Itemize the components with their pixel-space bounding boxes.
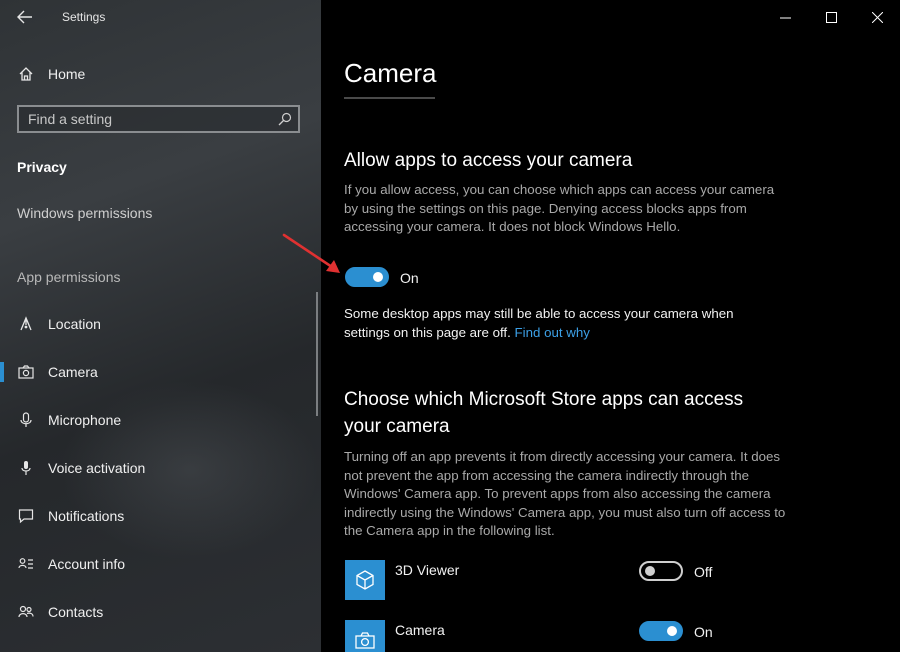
- search-input[interactable]: [19, 110, 270, 128]
- sidebar-item-location[interactable]: Location: [0, 304, 321, 344]
- location-icon: [16, 314, 36, 334]
- nav-windows-permissions[interactable]: Windows permissions: [17, 205, 152, 221]
- toggle-camera-app-state: On: [694, 624, 713, 640]
- desktop-apps-note: Some desktop apps may still be able to a…: [344, 305, 764, 342]
- app-permissions-heading: App permissions: [17, 269, 121, 285]
- search-box[interactable]: [17, 105, 300, 133]
- camera-app-icon: [355, 632, 375, 649]
- sidebar: Settings Home Privacy Windows permission…: [0, 0, 321, 652]
- minimize-icon: [779, 17, 791, 18]
- allow-description: If you allow access, you can choose whic…: [344, 182, 775, 235]
- sidebar-item-label: Voice activation: [48, 460, 146, 476]
- sidebar-item-label: Contacts: [48, 604, 104, 620]
- app-tile-camera: [345, 620, 385, 652]
- sidebar-item-label: Account info: [48, 556, 126, 572]
- back-arrow-icon: [17, 10, 32, 24]
- store-heading: Choose which Microsoft Store apps can ac…: [344, 389, 744, 437]
- main-content: Camera Allow apps to access your camera …: [321, 0, 900, 652]
- sidebar-item-label: Microphone: [48, 412, 122, 428]
- sidebar-item-label: Camera: [48, 364, 98, 380]
- app-tile-3d-viewer: [345, 560, 385, 600]
- voice-icon: [16, 458, 36, 478]
- app-name-3d-viewer: 3D Viewer: [395, 562, 460, 578]
- app-name-camera: Camera: [395, 622, 445, 638]
- minimize-button[interactable]: [762, 0, 808, 34]
- sidebar-item-microphone[interactable]: Microphone: [0, 400, 321, 440]
- sidebar-item-contacts[interactable]: Contacts: [0, 592, 321, 632]
- notifications-icon: [16, 506, 36, 526]
- sidebar-item-voice-activation[interactable]: Voice activation: [0, 448, 321, 488]
- search-icon[interactable]: [278, 112, 292, 131]
- sidebar-item-account-info[interactable]: Account info: [0, 544, 321, 584]
- cube-icon: [356, 570, 374, 590]
- section-title-privacy: Privacy: [17, 159, 67, 175]
- annotation-arrow-icon: [282, 233, 340, 273]
- page-title: Camera: [344, 58, 437, 88]
- toggle-3d-viewer[interactable]: [639, 561, 683, 581]
- home-icon: [16, 64, 36, 84]
- nav-home[interactable]: Home: [0, 60, 321, 88]
- find-out-why-link[interactable]: Find out why: [515, 325, 590, 340]
- toggle-knob: [645, 566, 655, 576]
- title-underline: [344, 97, 435, 99]
- microphone-icon: [16, 410, 36, 430]
- back-button[interactable]: [10, 4, 40, 30]
- sidebar-scrollbar[interactable]: [316, 292, 318, 416]
- toggle-3d-viewer-state: Off: [694, 564, 713, 580]
- window-title: Settings: [62, 10, 106, 24]
- sidebar-item-label: Notifications: [48, 508, 125, 524]
- nav-home-label: Home: [48, 66, 86, 82]
- toggle-camera-app[interactable]: [639, 621, 683, 641]
- store-description: Turning off an app prevents it from dire…: [344, 449, 786, 539]
- camera-icon: [16, 362, 36, 382]
- account-info-icon: [16, 554, 36, 574]
- sidebar-item-camera[interactable]: Camera: [0, 352, 321, 392]
- allow-heading: Allow apps to access your camera: [344, 150, 633, 171]
- maximize-button[interactable]: [808, 0, 854, 34]
- maximize-icon: [825, 11, 837, 23]
- contacts-icon: [16, 602, 36, 622]
- master-toggle-state: On: [400, 270, 419, 286]
- toggle-knob: [667, 626, 677, 636]
- close-icon: [871, 11, 883, 23]
- close-button[interactable]: [854, 0, 900, 34]
- sidebar-item-label: Location: [48, 316, 101, 332]
- master-camera-toggle[interactable]: [345, 267, 389, 287]
- sidebar-item-notifications[interactable]: Notifications: [0, 496, 321, 536]
- toggle-knob: [373, 272, 383, 282]
